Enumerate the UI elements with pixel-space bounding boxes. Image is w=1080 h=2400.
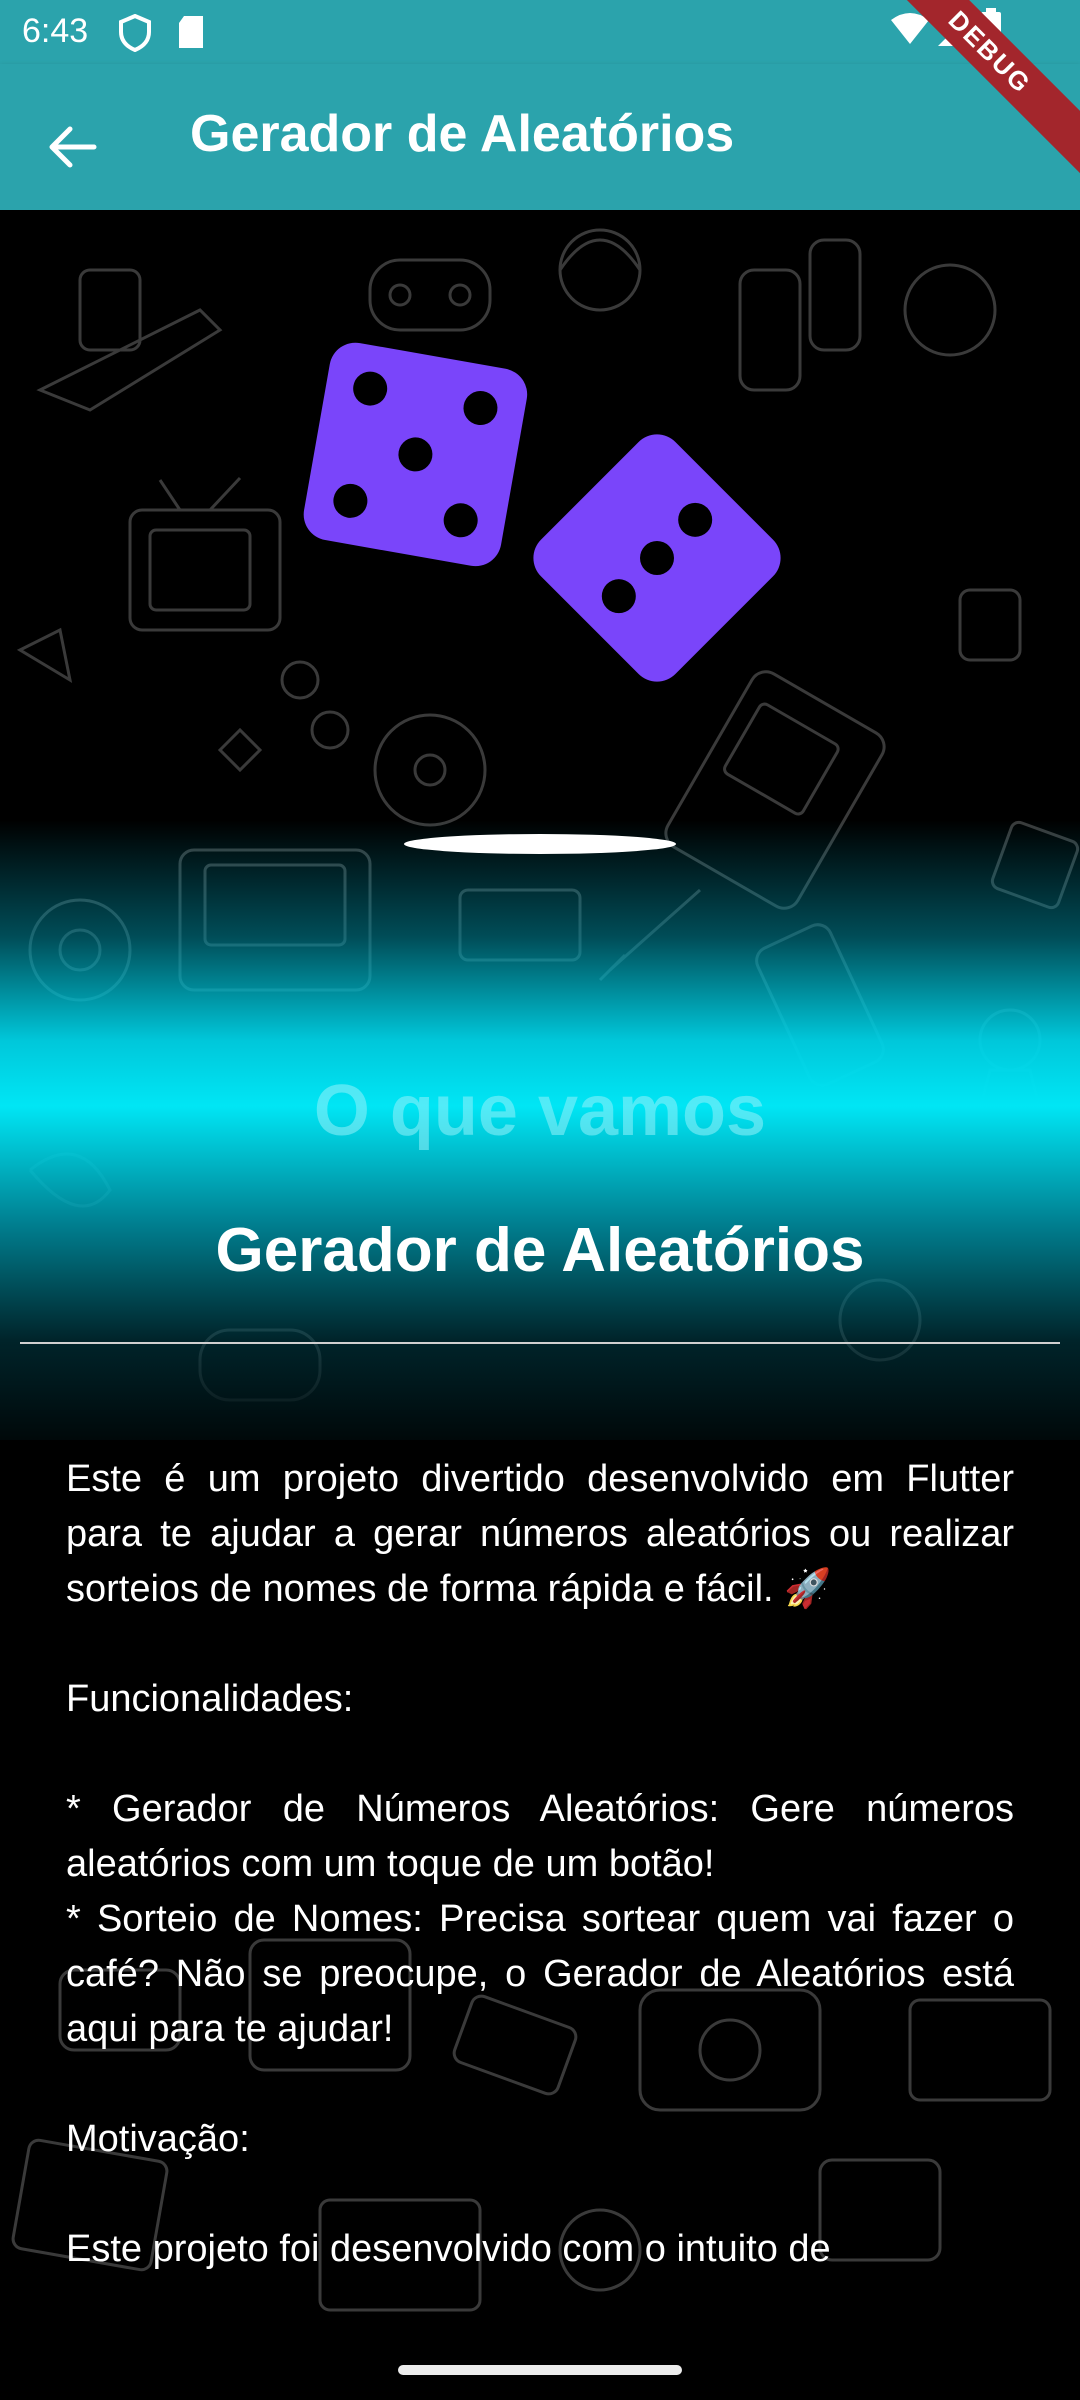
motivation-heading: Motivação: [66,2118,250,2160]
intro-paragraph: Este é um projeto divertido desenvolvido… [66,1458,1014,1610]
back-button[interactable] [30,104,116,190]
feature-item: * Sorteio de Nomes: Precisa sortear quem… [66,1898,1014,2050]
shield-icon [119,14,151,52]
die-five-icon [303,342,528,567]
dice-illustration [303,342,781,682]
project-description: Este é um projeto divertido desenvolvido… [66,1452,1014,2277]
motivation-paragraph: Este projeto foi desenvolvido com o intu… [66,2228,831,2270]
die-three-icon [533,434,781,682]
page-title: Gerador de Aleatórios [215,1216,865,1285]
features-heading: Funcionalidades: [66,1678,354,1720]
app-bar-title: Gerador de Aleatórios [190,105,735,163]
arrow-back-icon [49,126,97,168]
sd-card-icon [179,16,203,48]
title-divider [20,1342,1060,1344]
app-bar: Gerador de Aleatórios [0,64,1080,210]
screen: O que vamos Gerador de Aleatórios Este é… [0,0,1080,2400]
status-time: 6:43 [22,12,89,50]
feature-item: * Gerador de Números Aleatórios: Gere nú… [66,1788,1014,1885]
faded-heading: O que vamos [313,1071,767,1151]
gesture-navigation-handle[interactable] [398,2365,682,2375]
dice-shadow [404,834,676,854]
